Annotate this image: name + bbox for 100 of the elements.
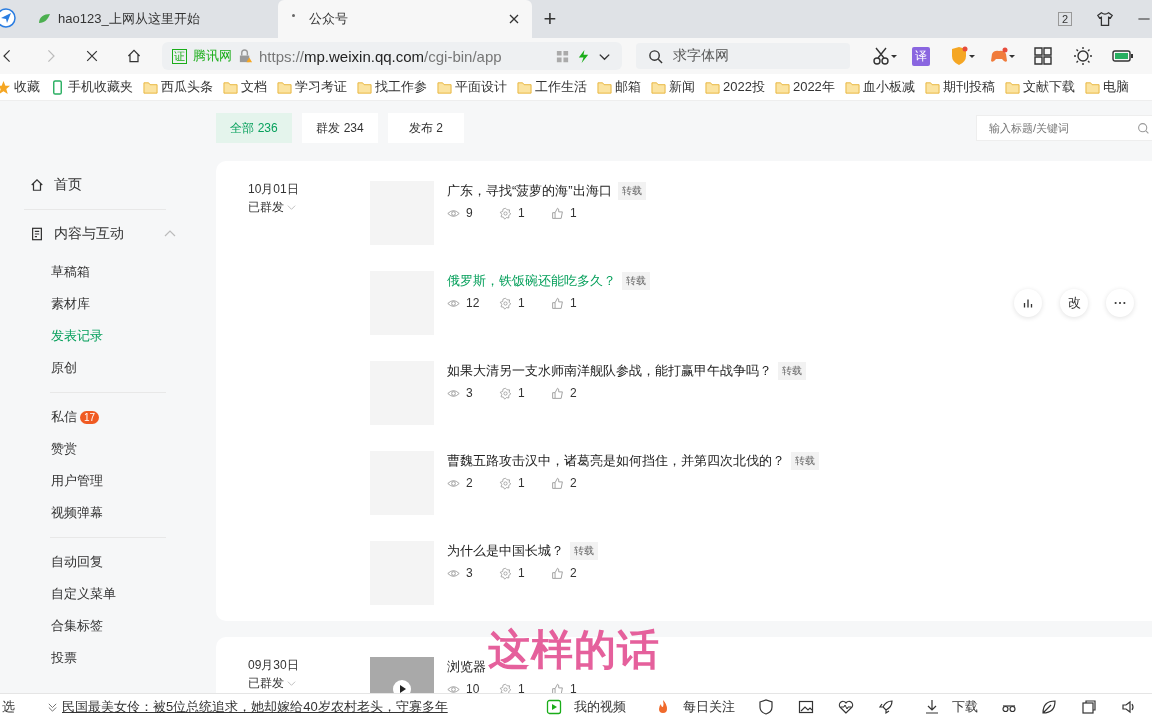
post-date: 10月01日 <box>248 181 300 197</box>
leaf-icon[interactable] <box>1041 699 1057 715</box>
news-link[interactable]: 民国最美女伶：被5位总统追求，她却嫁给40岁农村老头，守寡多年 <box>62 698 448 716</box>
folder-icon <box>597 79 612 95</box>
bookmark[interactable]: 血小板减 <box>844 78 915 96</box>
tab-count[interactable]: 2 <box>1057 12 1072 26</box>
repost-tag: 转载 <box>791 452 819 470</box>
home-icon[interactable] <box>126 48 142 64</box>
certificate-badge: 证 <box>172 48 187 64</box>
bookmark[interactable]: 2022投 <box>705 78 765 96</box>
url-text: https://mp.weixin.qq.com/cgi-bin/app <box>259 47 503 65</box>
filter-tab[interactable]: 发布 2 <box>388 113 464 143</box>
article-title[interactable]: 曹魏五路攻击汉中，诸葛亮是如何挡住，并第四次北伐的？ <box>447 452 785 470</box>
search-field[interactable]: 求字体网 <box>636 43 850 69</box>
search-icon <box>1137 122 1150 135</box>
home-icon <box>30 178 44 192</box>
article-title[interactable]: 俄罗斯，铁饭碗还能吃多久？ <box>447 272 616 290</box>
thumbs-up-icon <box>551 386 564 400</box>
folder-icon <box>774 79 790 95</box>
bookmark[interactable]: 学习考证 <box>277 78 347 96</box>
close-icon[interactable] <box>508 13 520 25</box>
rocket-icon[interactable] <box>878 699 894 715</box>
bookmark[interactable]: 工作生活 <box>517 78 587 96</box>
status-bar-item[interactable]: 下载 <box>917 698 978 716</box>
bookmark[interactable]: 找工作参 <box>357 78 427 96</box>
bookmark[interactable]: 文献下载 <box>1004 78 1075 96</box>
sidebar-item[interactable]: 用户管理 <box>0 465 216 497</box>
statistics-button[interactable] <box>1014 289 1042 317</box>
window-icon[interactable] <box>1081 699 1097 715</box>
image-icon[interactable] <box>798 699 814 715</box>
new-tab-button[interactable]: + <box>532 0 568 38</box>
bookmark[interactable]: 文档 <box>223 78 267 96</box>
bookmark[interactable]: 期刊投稿 <box>924 78 995 96</box>
gear-icon <box>499 386 512 400</box>
bookmark[interactable]: 2022年 <box>774 78 835 96</box>
document-icon <box>30 227 44 241</box>
sidebar-item[interactable]: 自定义菜单 <box>0 578 216 610</box>
thumbs-up-icon <box>551 566 564 580</box>
sidebar-item[interactable]: 投票 <box>0 642 216 674</box>
browser-tab[interactable]: 公众号 <box>278 0 532 38</box>
search-field[interactable]: 输入标题/关键词 <box>976 115 1152 141</box>
article-title[interactable]: 浏览器 <box>447 658 486 676</box>
sidebar-item[interactable]: 首页 <box>0 163 216 207</box>
bookmark[interactable]: 手机收藏夹 <box>50 78 133 96</box>
article-title[interactable]: 广东，寻找“菠萝的海”出海口 <box>447 182 612 200</box>
repost-tag: 转载 <box>622 272 650 290</box>
article-title[interactable]: 如果大清另一支水师南洋舰队参战，能打赢甲午战争吗？ <box>447 362 772 380</box>
folder-icon <box>705 79 720 95</box>
like-count: 2 <box>570 476 577 490</box>
like-count: 1 <box>570 296 577 310</box>
folder-icon <box>924 79 940 95</box>
sidebar-item[interactable]: 草稿箱 <box>0 256 216 288</box>
bookmark[interactable]: 收藏 <box>0 78 40 96</box>
translate-button[interactable]: 译 <box>912 46 930 66</box>
post-status[interactable]: 已群发 <box>248 197 370 217</box>
bookmark[interactable]: 新闻 <box>651 78 695 96</box>
video-subtitle: 这样的话 <box>488 629 660 671</box>
share-count: 1 <box>518 682 525 693</box>
like-count: 2 <box>570 386 577 400</box>
sidebar-item[interactable]: 自动回复 <box>0 546 216 578</box>
sidebar-section[interactable]: 内容与互动 <box>0 212 216 256</box>
sidebar-item[interactable]: 素材库 <box>0 288 216 320</box>
bookmark[interactable]: 西瓜头条 <box>143 78 213 96</box>
share-count: 1 <box>518 206 525 220</box>
stop-icon[interactable] <box>84 48 100 64</box>
gear-icon <box>499 476 512 490</box>
status-bar-item[interactable]: 每日关注 <box>648 698 735 716</box>
search-icon <box>648 48 663 64</box>
view-count: 3 <box>466 566 473 580</box>
bookmark[interactable]: 电脑 <box>1084 78 1129 96</box>
filter-tab[interactable]: 群发 234 <box>302 113 378 143</box>
view-count: 2 <box>466 476 473 490</box>
speaker-icon[interactable] <box>1121 699 1137 715</box>
sidebar-item[interactable]: 合集标签 <box>0 610 216 642</box>
heart-pulse-icon[interactable] <box>838 699 854 715</box>
address-field[interactable]: 证 腾讯网 https://mp.weixin.qq.com/cgi-bin/app <box>162 42 622 70</box>
thumbs-up-icon <box>551 476 564 490</box>
folder-icon <box>651 79 666 95</box>
shield-icon[interactable] <box>758 699 774 715</box>
sidebar-item[interactable]: 视频弹幕 <box>0 497 216 529</box>
double-chevron-icon[interactable] <box>47 701 58 713</box>
bookmark[interactable]: 邮箱 <box>597 78 641 96</box>
bookmark[interactable]: 平面设计 <box>437 78 507 96</box>
like-count: 2 <box>570 566 577 580</box>
repost-tag: 转载 <box>617 182 646 200</box>
shirt-icon[interactable] <box>1096 10 1114 28</box>
article-title[interactable]: 为什么是中国长城？ <box>447 542 564 560</box>
gear-icon <box>499 296 512 310</box>
like-count: 1 <box>570 682 577 693</box>
status-bar-item[interactable]: 我的视频 <box>539 698 626 716</box>
edit-button[interactable]: 改 <box>1060 289 1088 317</box>
view-count: 3 <box>466 386 473 400</box>
sidebar-item[interactable]: 原创 <box>0 352 216 384</box>
sidebar-item[interactable]: 私信 17 <box>0 401 216 433</box>
browser-tab[interactable]: hao123_上网从这里开始 <box>24 0 278 38</box>
scissors-icon[interactable] <box>872 46 898 66</box>
share-count: 1 <box>518 296 525 310</box>
post-status[interactable]: 已群发 <box>248 673 370 693</box>
sidebar-item[interactable]: 赞赏 <box>0 433 216 465</box>
play-icon <box>546 699 562 715</box>
